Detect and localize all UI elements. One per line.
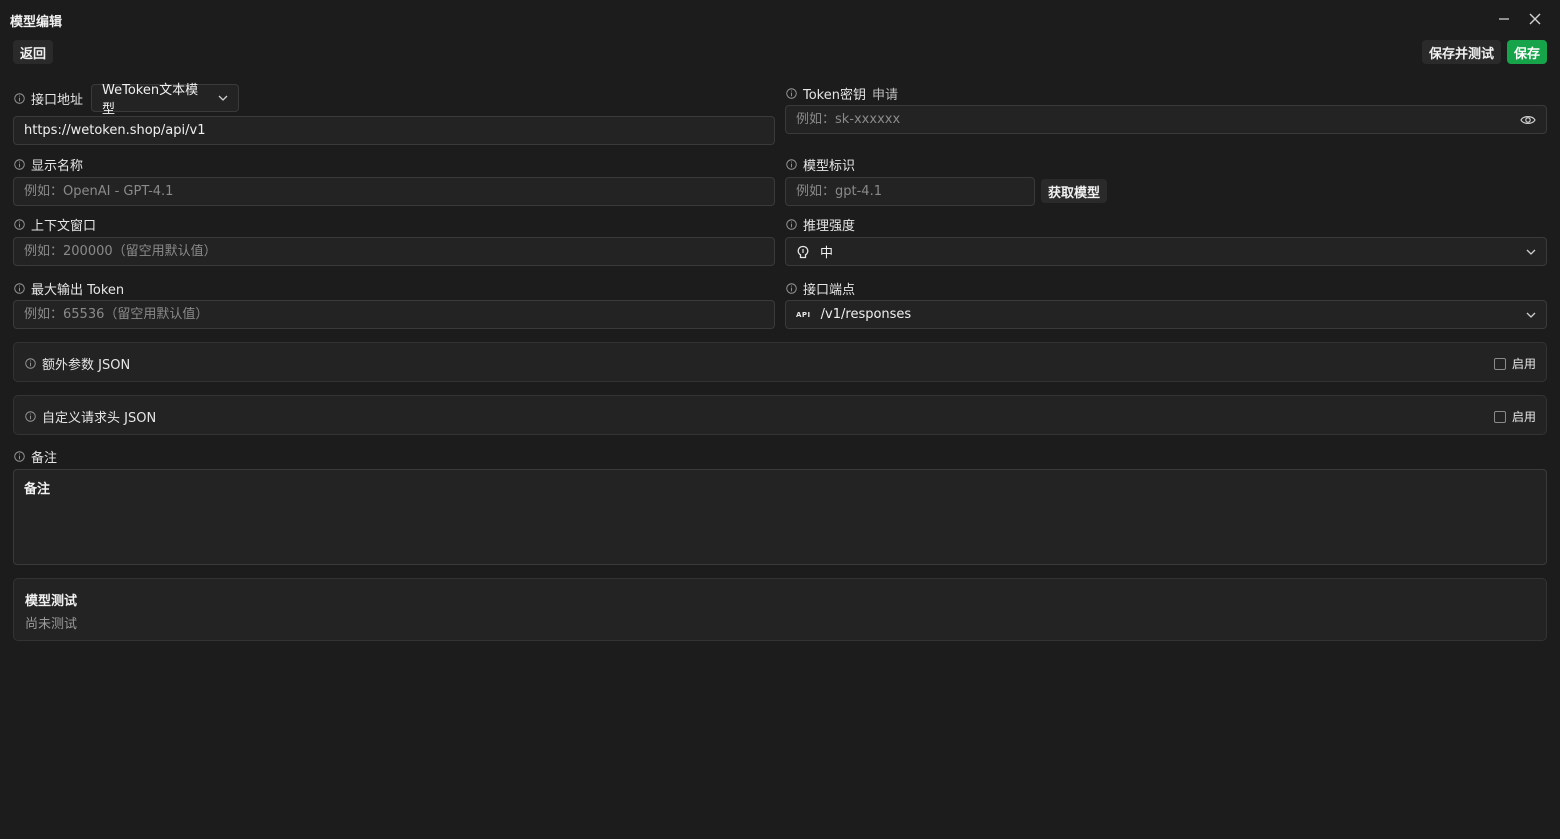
display-name-label: 显示名称	[14, 155, 84, 174]
api-address-input[interactable]	[24, 123, 764, 138]
extra-params-panel: 额外参数 JSON 启用	[13, 342, 1547, 382]
chevron-down-icon	[218, 95, 228, 101]
reasoning-label-text: 推理强度	[803, 218, 856, 234]
provider-select-value: WeToken文本模型	[102, 83, 199, 117]
api-icon: API	[796, 310, 811, 319]
token-label: Token密钥 申请	[786, 84, 898, 103]
model-id-field[interactable]	[785, 177, 1035, 206]
max-output-label: 最大输出 Token	[14, 279, 125, 298]
reasoning-label: 推理强度	[786, 215, 856, 234]
max-output-field[interactable]	[13, 300, 775, 329]
model-id-input[interactable]	[796, 184, 1024, 199]
eye-icon[interactable]	[1520, 114, 1536, 126]
display-name-field[interactable]	[13, 177, 775, 206]
extra-params-enable-label: 启用	[1511, 357, 1536, 371]
display-name-label-text: 显示名称	[31, 158, 84, 174]
context-window-label: 上下文窗口	[14, 215, 97, 234]
extra-params-label: 额外参数 JSON	[25, 354, 131, 373]
info-icon	[14, 92, 25, 104]
back-button[interactable]: 返回	[13, 40, 54, 64]
close-icon[interactable]	[1524, 8, 1546, 30]
reasoning-select[interactable]: 中	[785, 237, 1547, 266]
model-test-title: 模型测试	[25, 594, 78, 609]
custom-headers-label-text: 自定义请求头 JSON	[42, 410, 157, 426]
info-icon	[14, 282, 25, 294]
info-icon	[786, 282, 797, 294]
minimize-icon[interactable]	[1493, 8, 1515, 30]
custom-headers-panel: 自定义请求头 JSON 启用	[13, 395, 1547, 435]
endpoint-label-text: 接口端点	[803, 282, 856, 298]
model-id-label: 模型标识	[786, 155, 856, 174]
provider-select[interactable]: WeToken文本模型	[91, 83, 239, 117]
notes-label-text: 备注	[31, 450, 58, 466]
api-address-field[interactable]	[13, 116, 775, 145]
chevron-down-icon	[1526, 312, 1536, 318]
info-icon	[786, 158, 797, 170]
save-button[interactable]: 保存	[1507, 40, 1548, 64]
max-output-input[interactable]	[24, 307, 764, 322]
max-output-label-text: 最大输出 Token	[31, 282, 125, 298]
display-name-input[interactable]	[24, 184, 764, 199]
token-label-text: Token密钥	[803, 87, 866, 103]
model-test-status: 尚未测试	[25, 617, 78, 632]
token-field[interactable]	[785, 105, 1547, 134]
reasoning-value: 中	[820, 246, 834, 261]
info-icon	[786, 87, 797, 99]
checkbox-icon[interactable]	[1493, 357, 1506, 370]
custom-headers-enable-label: 启用	[1511, 410, 1536, 424]
notes-textarea[interactable]	[13, 469, 1547, 565]
model-id-label-text: 模型标识	[803, 158, 856, 174]
custom-headers-enable-checkbox[interactable]: 启用	[1493, 408, 1536, 425]
info-icon	[14, 158, 25, 170]
context-window-field[interactable]	[13, 237, 775, 266]
checkbox-icon[interactable]	[1493, 410, 1506, 423]
endpoint-label: 接口端点	[786, 279, 856, 298]
api-address-label: 接口地址	[14, 89, 84, 108]
api-address-label-text: 接口地址	[31, 92, 84, 108]
info-icon	[25, 410, 36, 422]
fetch-models-button[interactable]: 获取模型	[1041, 179, 1108, 203]
context-window-label-text: 上下文窗口	[31, 218, 97, 234]
save-and-test-button[interactable]: 保存并测试	[1422, 40, 1502, 64]
info-icon	[786, 218, 797, 230]
brain-icon	[796, 245, 810, 259]
endpoint-value: /v1/responses	[820, 307, 912, 322]
info-icon	[25, 357, 36, 369]
custom-headers-label: 自定义请求头 JSON	[25, 407, 157, 426]
endpoint-select[interactable]: API /v1/responses	[785, 300, 1547, 329]
info-icon	[14, 218, 25, 230]
model-test-panel: 模型测试 尚未测试	[13, 578, 1547, 641]
info-icon	[14, 450, 25, 462]
context-window-input[interactable]	[24, 244, 764, 259]
chevron-down-icon	[1526, 249, 1536, 255]
token-input[interactable]	[796, 112, 1520, 127]
window-title: 模型编辑	[10, 15, 63, 30]
token-apply-link[interactable]: 申请	[872, 84, 898, 103]
extra-params-enable-checkbox[interactable]: 启用	[1493, 355, 1536, 372]
extra-params-label-text: 额外参数 JSON	[42, 357, 131, 373]
notes-label: 备注	[14, 447, 58, 466]
